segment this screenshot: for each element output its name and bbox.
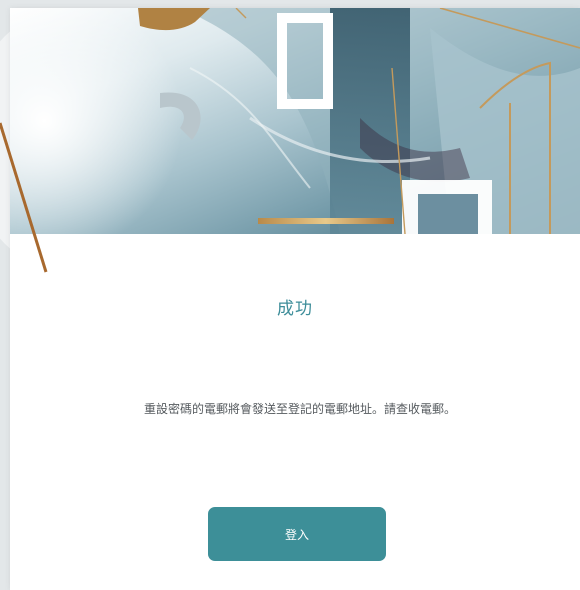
dialog-message: 重設密碼的電郵將會發送至登記的電郵地址。請查收電郵。 — [143, 402, 456, 416]
hero-banner-image — [10, 8, 580, 234]
dialog-title: 成功 — [277, 299, 313, 319]
login-button[interactable]: 登入 — [208, 507, 386, 561]
success-dialog: 成功 重設密碼的電郵將會發送至登記的電郵地址。請查收電郵。 登入 — [10, 8, 580, 590]
page-background: 成功 重設密碼的電郵將會發送至登記的電郵地址。請查收電郵。 登入 — [0, 0, 580, 590]
